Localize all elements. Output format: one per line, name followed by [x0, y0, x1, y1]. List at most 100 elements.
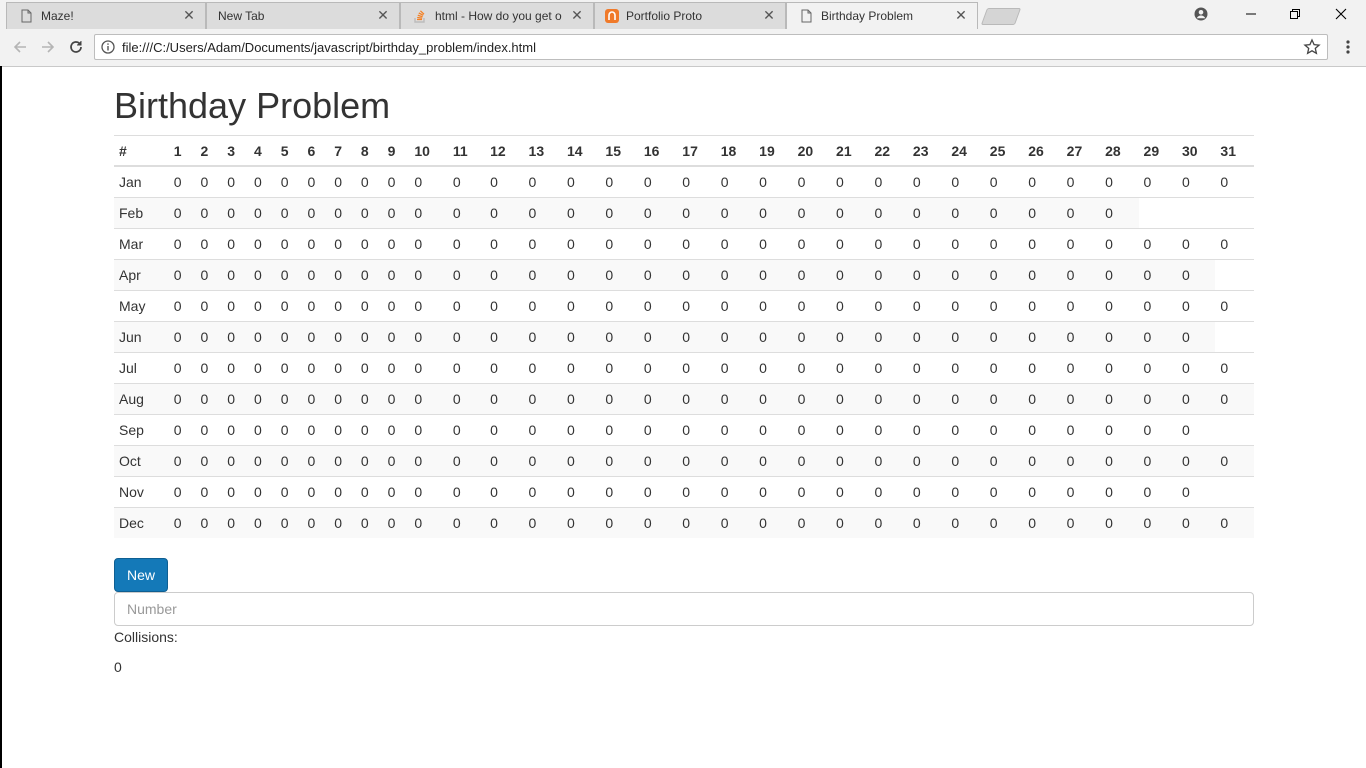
- day-header: 31: [1215, 135, 1254, 167]
- day-count-cell: 0: [409, 352, 448, 384]
- day-count-cell: 0: [409, 383, 448, 415]
- close-icon[interactable]: ✕: [570, 7, 584, 23]
- star-icon[interactable]: [1303, 38, 1321, 56]
- day-count-cell: 0: [638, 507, 678, 538]
- forward-button[interactable]: [38, 37, 58, 57]
- day-count-cell: 0: [561, 321, 601, 353]
- portfolio-icon: [605, 9, 619, 23]
- address-bar[interactable]: file:///C:/Users/Adam/Documents/javascri…: [94, 34, 1328, 60]
- day-count-cell: 0: [638, 352, 678, 384]
- tab-stackoverflow[interactable]: html - How do you get o ✕: [400, 2, 594, 29]
- day-count-cell: 0: [1176, 476, 1216, 508]
- back-button[interactable]: [10, 37, 30, 57]
- day-count-cell: 0: [355, 290, 383, 322]
- day-count-cell: 0: [638, 476, 678, 508]
- close-icon[interactable]: ✕: [182, 7, 196, 23]
- browser-menu-button[interactable]: [1338, 37, 1358, 57]
- tab-new-tab[interactable]: New Tab ✕: [206, 2, 400, 29]
- table-row: Oct 0 0 0 0 0 0 0 0 0 0 0 0 0 0 0 0 0 0 0 0 0 0 0 0 0 0 0 0 0 0 0: [114, 445, 1254, 477]
- day-count-cell: 0: [907, 414, 947, 446]
- day-count-cell: 0: [447, 383, 486, 415]
- day-count-cell: 0: [382, 352, 410, 384]
- day-header: 26: [1023, 135, 1062, 167]
- day-count-cell: 0: [638, 165, 678, 198]
- table-row: Feb 0 0 0 0 0 0 0 0 0 0 0 0 0 0 0 0 0 0 0 0 0 0 0 0 0 0 0 0: [114, 197, 1254, 229]
- day-count-cell: 0: [409, 321, 448, 353]
- day-count-cell: 0: [355, 414, 383, 446]
- day-count-cell: 0: [831, 197, 870, 229]
- day-count-cell: 0: [946, 165, 985, 198]
- day-count-cell: 0: [302, 352, 330, 384]
- profile-icon[interactable]: [1178, 0, 1224, 28]
- day-header: 5: [275, 135, 303, 167]
- day-count-cell: 0: [447, 197, 486, 229]
- day-count-cell: 0: [715, 507, 755, 538]
- day-count-cell: 0: [222, 321, 249, 353]
- day-count-cell: 0: [1176, 228, 1216, 260]
- day-count-cell: 0: [1176, 290, 1216, 322]
- day-count-cell: 0: [677, 507, 716, 538]
- day-count-cell: 0: [1100, 507, 1139, 538]
- day-count-cell: 0: [869, 445, 908, 477]
- day-count-cell: 0: [523, 290, 562, 322]
- day-count-cell: 0: [946, 321, 985, 353]
- day-count-cell: 0: [561, 228, 601, 260]
- close-icon[interactable]: ✕: [762, 7, 776, 23]
- day-count-cell: 0: [355, 352, 383, 384]
- day-count-cell: 0: [984, 414, 1024, 446]
- day-count-cell: 0: [792, 290, 832, 322]
- new-tab-button[interactable]: [980, 8, 1022, 25]
- day-count-cell: 0: [754, 507, 793, 538]
- day-count-cell: 0: [355, 383, 383, 415]
- day-count-cell: 0: [1061, 259, 1101, 291]
- reload-button[interactable]: [66, 37, 86, 57]
- day-count-cell: 0: [754, 165, 793, 198]
- day-count-cell: 0: [1100, 259, 1139, 291]
- day-count-cell: 0: [1215, 228, 1254, 260]
- day-count-cell: 0: [248, 228, 276, 260]
- day-count-cell: 0: [984, 383, 1024, 415]
- day-count-cell: 0: [1215, 445, 1254, 477]
- day-header: 28: [1100, 135, 1139, 167]
- close-icon[interactable]: ✕: [954, 7, 968, 23]
- day-count-cell: 0: [1138, 228, 1177, 260]
- restore-button[interactable]: [1272, 0, 1318, 28]
- day-count-cell: 0: [754, 476, 793, 508]
- day-count-cell: 0: [561, 165, 601, 198]
- day-count-cell: 0: [355, 165, 383, 198]
- day-count-cell: 0: [248, 197, 276, 229]
- day-count-cell: 0: [754, 259, 793, 291]
- minimize-button[interactable]: [1228, 0, 1274, 28]
- day-count-cell: 0: [869, 383, 908, 415]
- day-count-cell: 0: [869, 321, 908, 353]
- day-count-cell: 0: [754, 383, 793, 415]
- day-count-cell: 0: [302, 259, 330, 291]
- tab-portfolio[interactable]: Portfolio Proto ✕: [594, 2, 786, 29]
- new-button[interactable]: New: [114, 558, 168, 592]
- number-input[interactable]: [114, 592, 1254, 626]
- empty-cell: [1215, 197, 1254, 229]
- day-count-cell: 0: [485, 321, 524, 353]
- page-icon: [801, 9, 812, 23]
- day-count-cell: 0: [248, 321, 276, 353]
- day-count-cell: 0: [1215, 290, 1254, 322]
- day-count-cell: 0: [1100, 165, 1139, 198]
- day-count-cell: 0: [195, 476, 223, 508]
- day-count-cell: 0: [1061, 507, 1101, 538]
- day-count-cell: 0: [869, 476, 908, 508]
- month-label: Jun: [114, 321, 169, 353]
- close-icon[interactable]: ✕: [376, 7, 390, 23]
- day-count-cell: 0: [831, 507, 870, 538]
- day-count-cell: 0: [195, 352, 223, 384]
- tab-maze[interactable]: Maze! ✕: [6, 2, 206, 29]
- empty-cell: [1215, 414, 1254, 446]
- tab-birthday-problem[interactable]: Birthday Problem ✕: [786, 2, 978, 30]
- day-count-cell: 0: [382, 445, 410, 477]
- close-window-button[interactable]: [1318, 0, 1364, 28]
- day-count-cell: 0: [946, 507, 985, 538]
- info-icon[interactable]: [101, 40, 115, 54]
- day-count-cell: 0: [382, 259, 410, 291]
- day-count-cell: 0: [754, 352, 793, 384]
- day-count-cell: 0: [275, 476, 303, 508]
- day-count-cell: 0: [984, 259, 1024, 291]
